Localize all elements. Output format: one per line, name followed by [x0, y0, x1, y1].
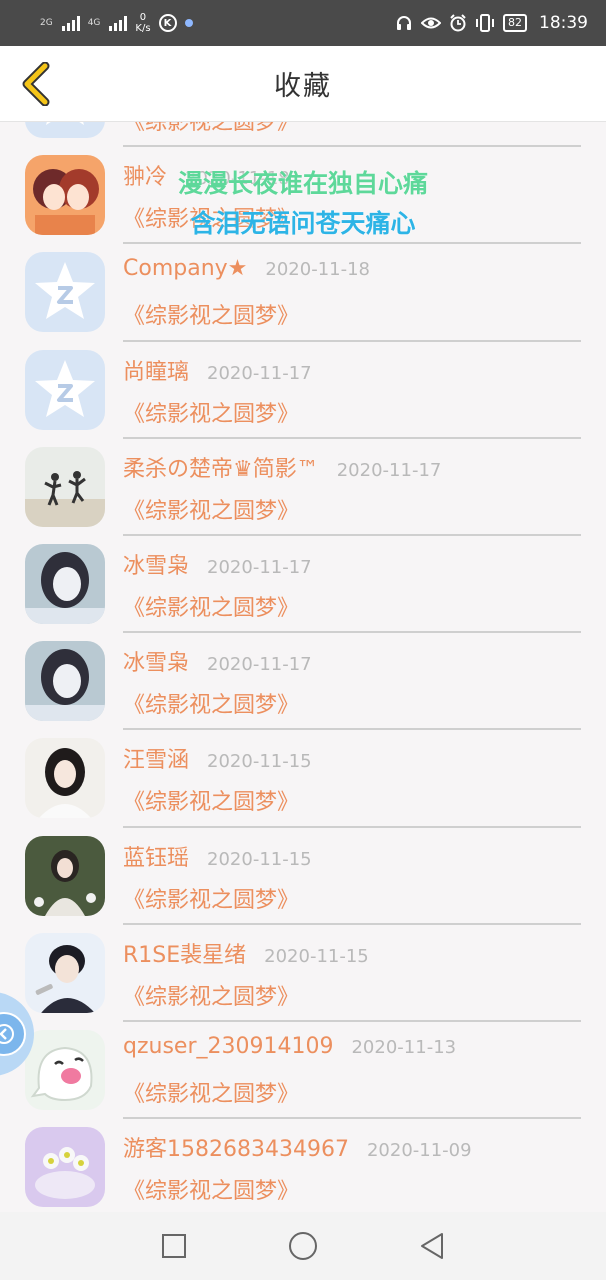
list-item[interactable]: 尚瞳璃 2020-11-17 《综影视之圆梦》	[0, 342, 606, 439]
user-name[interactable]: 柔杀の楚帝♛简影™	[123, 451, 319, 483]
user-name[interactable]: Company★	[123, 256, 247, 281]
avatar[interactable]	[25, 1029, 105, 1110]
clock: 18:39	[539, 13, 588, 33]
chevron-left-icon	[22, 62, 50, 106]
list-item[interactable]: 汪雪涵 2020-11-15 《综影视之圆梦》	[0, 730, 606, 828]
book-title: 《综影视之圆梦》	[123, 595, 300, 621]
network-2g-label: 2G	[40, 17, 53, 28]
network-4g-label: 4G	[87, 17, 101, 28]
avatar[interactable]	[25, 738, 105, 819]
recents-button[interactable]	[144, 1216, 204, 1276]
name-line: 冰雪枭 2020-11-17	[123, 645, 312, 677]
eye-icon	[421, 17, 441, 29]
avatar[interactable]	[25, 155, 105, 236]
avatar[interactable]	[25, 122, 105, 138]
book-title: 《综影视之圆梦》	[123, 304, 300, 330]
favorites-list[interactable]: 《综影视之圆梦》 翀冷 2020-11-18 《综影视之圆梦》 Company★…	[0, 122, 606, 1212]
triangle-back-icon	[420, 1233, 443, 1259]
list-item[interactable]: qzuser_230914109 2020-11-13 《综影视之圆梦》	[0, 1022, 606, 1120]
system-nav-bar	[0, 1212, 606, 1280]
user-name[interactable]: 翀冷	[123, 159, 167, 191]
headphones-icon	[397, 16, 411, 30]
app-header: 收藏	[0, 46, 606, 122]
back-button[interactable]	[14, 60, 58, 108]
book-title: 《综影视之圆梦》	[123, 1179, 300, 1205]
book-title: 《综影视之圆梦》	[123, 122, 300, 135]
battery-icon: 82	[503, 14, 527, 32]
favorite-date: 2020-11-09	[366, 1140, 472, 1162]
user-name[interactable]: 冰雪枭	[123, 645, 189, 677]
avatar[interactable]	[25, 543, 105, 624]
signal-icon-2	[109, 15, 128, 31]
book-title: 《综影视之圆梦》	[123, 693, 300, 719]
status-bar: 2G 4G 0 K/s K 82 18:39	[0, 0, 606, 46]
k-app-icon: K	[158, 14, 177, 32]
notification-dot-icon	[184, 19, 193, 27]
favorite-date: 2020-11-17	[207, 362, 312, 384]
name-line: qzuser_230914109 2020-11-13	[123, 1034, 456, 1059]
avatar[interactable]	[25, 932, 105, 1013]
name-line: 游客1582683434967 2020-11-09	[123, 1131, 472, 1163]
favorite-date: 2020-11-15	[264, 945, 369, 967]
book-title: 《综影视之圆梦》	[123, 498, 300, 524]
list-item[interactable]: Company★ 2020-11-18 《综影视之圆梦》	[0, 244, 606, 342]
vibrate-icon	[476, 14, 494, 32]
home-button[interactable]	[273, 1216, 333, 1276]
favorite-date: 2020-11-18	[265, 259, 370, 281]
book-title: 《综影视之圆梦》	[123, 790, 300, 816]
name-line: 冰雪枭 2020-11-17	[123, 548, 312, 580]
favorite-date: 2020-11-17	[336, 459, 442, 481]
book-title: 《综影视之圆梦》	[123, 984, 300, 1010]
user-name[interactable]: 蓝钰瑶	[123, 840, 189, 872]
avatar[interactable]	[25, 252, 105, 333]
name-line: 翀冷 2020-11-18	[123, 159, 290, 191]
avatar[interactable]	[25, 641, 105, 722]
user-name[interactable]: 汪雪涵	[123, 742, 189, 774]
favorite-date: 2020-11-15	[207, 751, 312, 773]
book-title: 《综影视之圆梦》	[123, 207, 300, 233]
book-title: 《综影视之圆梦》	[123, 401, 300, 427]
list-item[interactable]: 蓝钰瑶 2020-11-15 《综影视之圆梦》	[0, 828, 606, 925]
user-name[interactable]: 冰雪枭	[123, 548, 189, 580]
name-line: 柔杀の楚帝♛简影™ 2020-11-17	[123, 451, 441, 483]
favorite-date: 2020-11-13	[351, 1036, 457, 1058]
list-item[interactable]: 冰雪枭 2020-11-17 《综影视之圆梦》	[0, 536, 606, 634]
user-name[interactable]: 游客1582683434967	[123, 1131, 349, 1163]
avatar[interactable]	[25, 835, 105, 916]
list-item[interactable]: 冰雪枭 2020-11-17 《综影视之圆梦》	[0, 633, 606, 731]
user-name[interactable]: R1SE裴星绪	[123, 937, 246, 969]
favorite-date: 2020-11-18	[185, 168, 290, 190]
book-title: 《综影视之圆梦》	[123, 887, 300, 913]
list-item[interactable]: 柔杀の楚帝♛简影™ 2020-11-17 《综影视之圆梦》	[0, 439, 606, 536]
signal-icon	[61, 15, 80, 31]
name-line: 尚瞳璃 2020-11-17	[123, 354, 312, 386]
name-line: 汪雪涵 2020-11-15	[123, 742, 312, 774]
user-name[interactable]: 尚瞳璃	[123, 354, 189, 386]
name-line: 蓝钰瑶 2020-11-15	[123, 840, 312, 872]
favorite-date: 2020-11-15	[207, 848, 312, 870]
square-icon	[162, 1234, 187, 1258]
name-line: Company★ 2020-11-18	[123, 256, 370, 281]
list-item[interactable]: 《综影视之圆梦》	[0, 122, 606, 148]
circle-icon	[288, 1232, 317, 1260]
favorite-date: 2020-11-17	[207, 654, 312, 676]
network-speed: 0 K/s	[135, 12, 151, 34]
collapse-arrow-icon	[0, 1012, 26, 1056]
name-line: R1SE裴星绪 2020-11-15	[123, 937, 369, 969]
book-title: 《综影视之圆梦》	[123, 1081, 300, 1107]
back-nav-button[interactable]	[402, 1216, 462, 1276]
list-item[interactable]: 游客1582683434967 2020-11-09 《综影视之圆梦》	[0, 1119, 606, 1212]
page-title: 收藏	[274, 71, 332, 102]
avatar[interactable]	[25, 349, 105, 430]
list-item[interactable]: 翀冷 2020-11-18 《综影视之圆梦》	[0, 147, 606, 245]
favorite-date: 2020-11-17	[207, 556, 312, 578]
alarm-icon	[450, 14, 466, 32]
user-name[interactable]: qzuser_230914109	[123, 1034, 333, 1059]
list-item[interactable]: R1SE裴星绪 2020-11-15 《综影视之圆梦》	[0, 925, 606, 1022]
avatar[interactable]	[25, 446, 105, 527]
avatar[interactable]	[25, 1127, 105, 1208]
